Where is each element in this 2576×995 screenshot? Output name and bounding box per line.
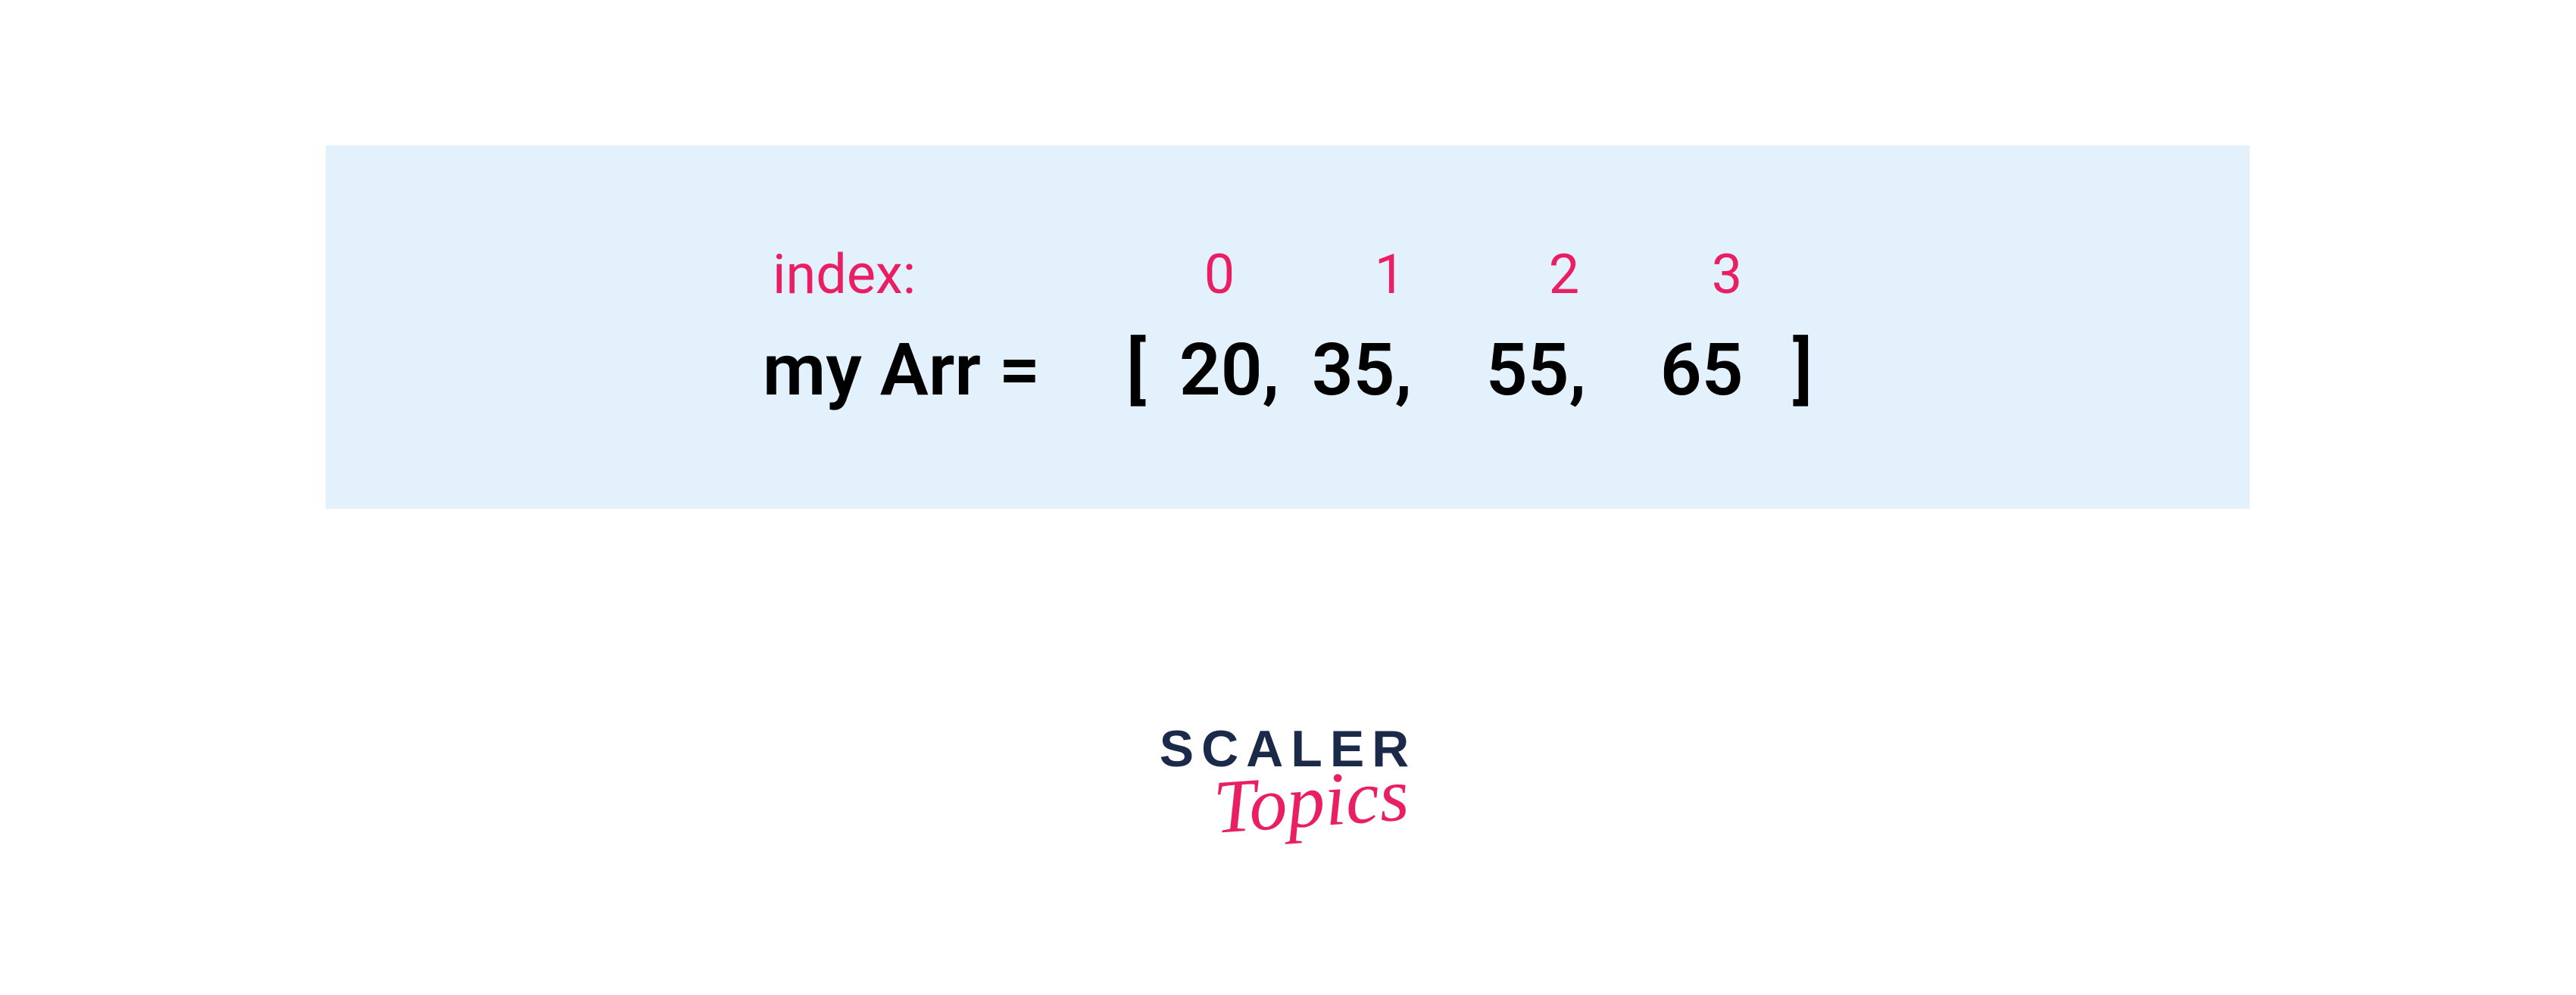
bracket-open: [ — [1126, 328, 1179, 413]
array-value-0: 20, — [1179, 328, 1312, 413]
array-values: [ 20, 35, 55, 65 ] — [1126, 328, 1813, 413]
array-name: my Arr = — [763, 328, 1126, 413]
scaler-topics-logo: SCALER Topics — [1160, 719, 1417, 844]
logo-topics-text: Topics — [1202, 750, 1419, 851]
index-value-2: 2 — [1477, 242, 1651, 307]
index-label: index: — [773, 242, 1136, 307]
bracket-close: ] — [1793, 328, 1813, 413]
index-value-0: 0 — [1136, 242, 1303, 307]
index-row: index: 0 1 2 3 — [773, 242, 1803, 307]
array-row: my Arr = [ 20, 35, 55, 65 ] — [763, 328, 1813, 413]
index-value-1: 1 — [1303, 242, 1477, 307]
array-diagram-box: index: 0 1 2 3 my Arr = [ 20, 35, 55, 65… — [326, 145, 2250, 509]
array-value-3: 65 — [1660, 328, 1793, 413]
index-values: 0 1 2 3 — [1136, 242, 1803, 307]
array-value-2: 55, — [1486, 328, 1660, 413]
index-value-3: 3 — [1651, 242, 1803, 307]
array-value-1: 35, — [1312, 328, 1486, 413]
